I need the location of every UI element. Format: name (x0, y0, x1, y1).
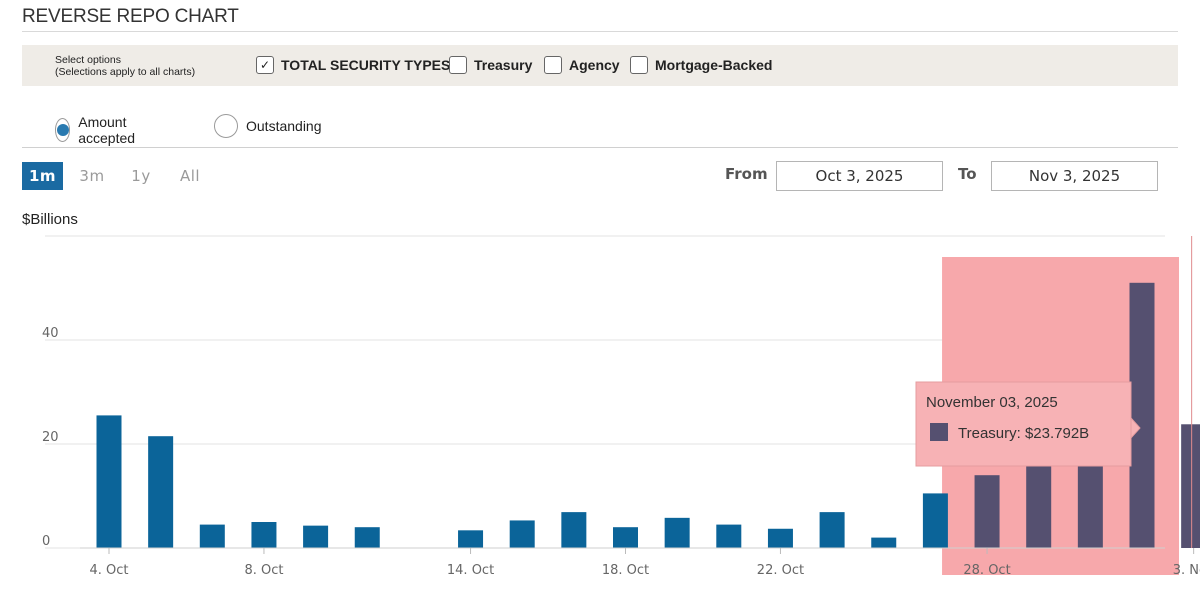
bar (199, 524, 225, 548)
bar (354, 527, 380, 548)
bar (148, 436, 174, 548)
bar (871, 537, 897, 548)
y-tick-label: 20 (42, 430, 59, 445)
x-tick-label: 8. Oct (244, 563, 283, 578)
bar (819, 512, 845, 548)
x-tick-label: 28. Oct (963, 563, 1010, 578)
tooltip-title: November 03, 2025 (926, 394, 1058, 411)
bar (303, 525, 329, 548)
tooltip-series-swatch (930, 423, 948, 441)
bar (767, 528, 793, 548)
x-tick-label: 22. Oct (757, 563, 804, 578)
bar-chart: 0 20 40 4. Oct 8. Oct 14. Oct 18. Oct 22. Oct 28… (42, 235, 1200, 578)
y-tick-label: 0 (42, 534, 50, 549)
bar (716, 524, 742, 548)
tooltip-value: Treasury: $23.792B (958, 425, 1089, 442)
bar (458, 530, 484, 548)
bar (613, 527, 638, 548)
bar (561, 512, 587, 548)
y-tick-label: 40 (42, 326, 59, 341)
bar (664, 517, 690, 548)
bar (922, 493, 948, 548)
bar (509, 520, 535, 548)
x-tick-label: 14. Oct (447, 563, 494, 578)
bar (1129, 282, 1155, 548)
bar (96, 415, 122, 548)
x-tick-label: 3. Nov (1173, 563, 1200, 578)
x-tick-label: 4. Oct (89, 563, 128, 578)
bar (974, 475, 1000, 548)
bar (1181, 424, 1200, 548)
x-tick-label: 18. Oct (602, 563, 649, 578)
bar (251, 522, 277, 548)
